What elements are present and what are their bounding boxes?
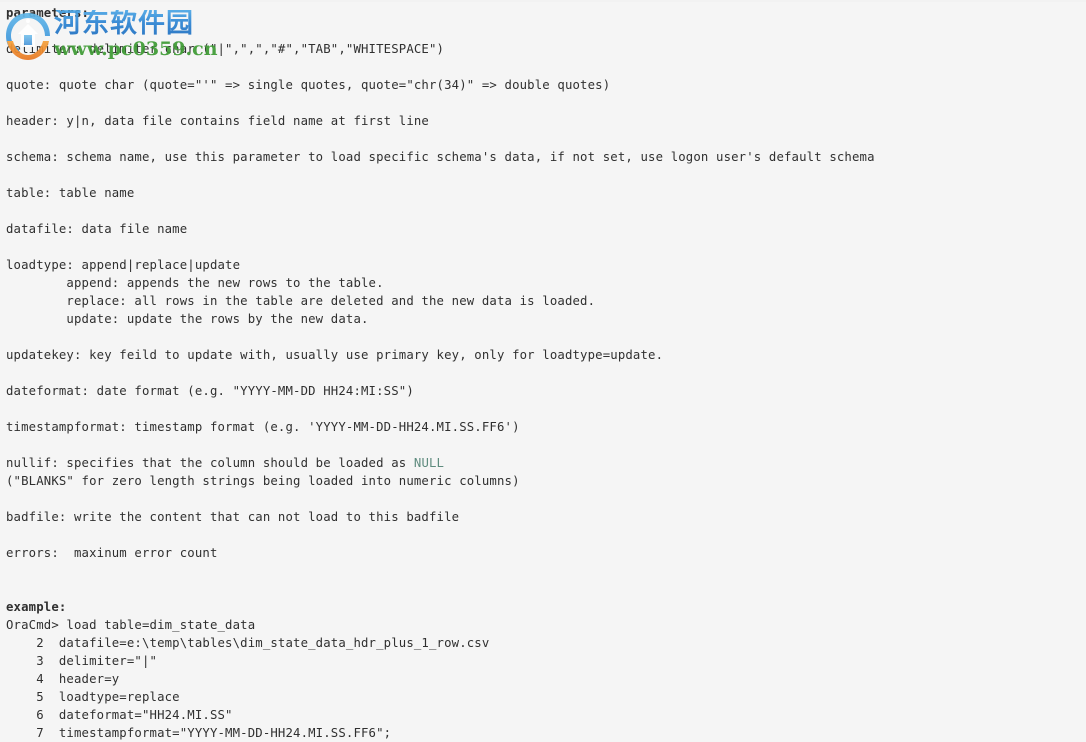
text-line-segment: dateformat: date format (e.g. "YYYY-MM-D… — [6, 384, 414, 398]
text-line-segment: schema: schema name, use this parameter … — [6, 150, 875, 164]
text-line: parameters: — [6, 4, 1086, 22]
text-line-segment: delimiter: delimiter char ("|",",","#","… — [6, 42, 445, 56]
text-line-segment: loadtype: append|replace|update — [6, 258, 241, 272]
text-line-segment: OraCmd> load table=dim_state_data — [6, 618, 256, 632]
text-line-segment: append: appends the new rows to the tabl… — [6, 276, 384, 290]
text-line-segment: header: y|n, data file contains field na… — [6, 114, 429, 128]
text-blank-line — [6, 580, 1086, 598]
text-line-bold: example: — [6, 600, 67, 614]
text-blank-line — [6, 562, 1086, 580]
text-blank-line — [6, 436, 1086, 454]
text-line: table: table name — [6, 184, 1086, 202]
text-line-segment: datafile: data file name — [6, 222, 188, 236]
text-line: ("BLANKS" for zero length strings being … — [6, 472, 1086, 490]
text-line: delimiter: delimiter char ("|",",","#","… — [6, 40, 1086, 58]
text-blank-line — [6, 526, 1086, 544]
help-text-document: parameters: delimiter: delimiter char ("|… — [0, 0, 1086, 742]
text-line: schema: schema name, use this parameter … — [6, 148, 1086, 166]
text-line: 6 dateformat="HH24.MI.SS" — [6, 706, 1086, 724]
text-line: 4 header=y — [6, 670, 1086, 688]
text-line: timestampformat: timestamp format (e.g. … — [6, 418, 1086, 436]
text-blank-line — [6, 238, 1086, 256]
text-line-segment: 4 header=y — [6, 672, 120, 686]
text-blank-line — [6, 130, 1086, 148]
text-blank-line — [6, 202, 1086, 220]
text-line: example: — [6, 598, 1086, 616]
text-line-bold: parameters: — [6, 6, 90, 20]
text-line: nullif: specifies that the column should… — [6, 454, 1086, 472]
text-line-segment: 2 datafile=e:\temp\tables\dim_state_data… — [6, 636, 490, 650]
text-line: badfile: write the content that can not … — [6, 508, 1086, 526]
text-blank-line — [6, 94, 1086, 112]
text-line-segment: replace: all rows in the table are delet… — [6, 294, 596, 308]
text-line: 2 datafile=e:\temp\tables\dim_state_data… — [6, 634, 1086, 652]
text-line: append: appends the new rows to the tabl… — [6, 274, 1086, 292]
text-line: OraCmd> load table=dim_state_data — [6, 616, 1086, 634]
text-line-segment: ("BLANKS" for zero length strings being … — [6, 474, 520, 488]
text-line: datafile: data file name — [6, 220, 1086, 238]
text-line-segment: 5 loadtype=replace — [6, 690, 180, 704]
text-line: updatekey: key feild to update with, usu… — [6, 346, 1086, 364]
text-line: update: update the rows by the new data. — [6, 310, 1086, 328]
text-blank-line — [6, 328, 1086, 346]
text-line-segment: 7 timestampformat="YYYY-MM-DD-HH24.MI.SS… — [6, 726, 392, 740]
text-line: 7 timestampformat="YYYY-MM-DD-HH24.MI.SS… — [6, 724, 1086, 742]
text-line: quote: quote char (quote="'" => single q… — [6, 76, 1086, 94]
text-line-segment: errors: maxinum error count — [6, 546, 218, 560]
text-line: 5 loadtype=replace — [6, 688, 1086, 706]
text-blank-line — [6, 166, 1086, 184]
text-line: header: y|n, data file contains field na… — [6, 112, 1086, 130]
text-line: 3 delimiter="|" — [6, 652, 1086, 670]
text-line-segment: nullif: specifies that the column should… — [6, 456, 414, 470]
text-line-segment: timestampformat: timestamp format (e.g. … — [6, 420, 520, 434]
text-line-segment: update: update the rows by the new data. — [6, 312, 369, 326]
text-blank-line — [6, 364, 1086, 382]
keyword-null: NULL — [413, 456, 445, 470]
text-line-segment: quote: quote char (quote="'" => single q… — [6, 78, 611, 92]
text-line-segment: 3 delimiter="|" — [6, 654, 158, 668]
text-blank-line — [6, 58, 1086, 76]
text-line: errors: maxinum error count — [6, 544, 1086, 562]
text-blank-line — [6, 490, 1086, 508]
text-line-segment: badfile: write the content that can not … — [6, 510, 460, 524]
text-line-segment: 6 dateformat="HH24.MI.SS" — [6, 708, 233, 722]
text-line-segment: updatekey: key feild to update with, usu… — [6, 348, 664, 362]
text-line-segment: table: table name — [6, 186, 135, 200]
text-line: replace: all rows in the table are delet… — [6, 292, 1086, 310]
text-blank-line — [6, 22, 1086, 40]
text-blank-line — [6, 400, 1086, 418]
text-line: loadtype: append|replace|update — [6, 256, 1086, 274]
text-line: dateformat: date format (e.g. "YYYY-MM-D… — [6, 382, 1086, 400]
